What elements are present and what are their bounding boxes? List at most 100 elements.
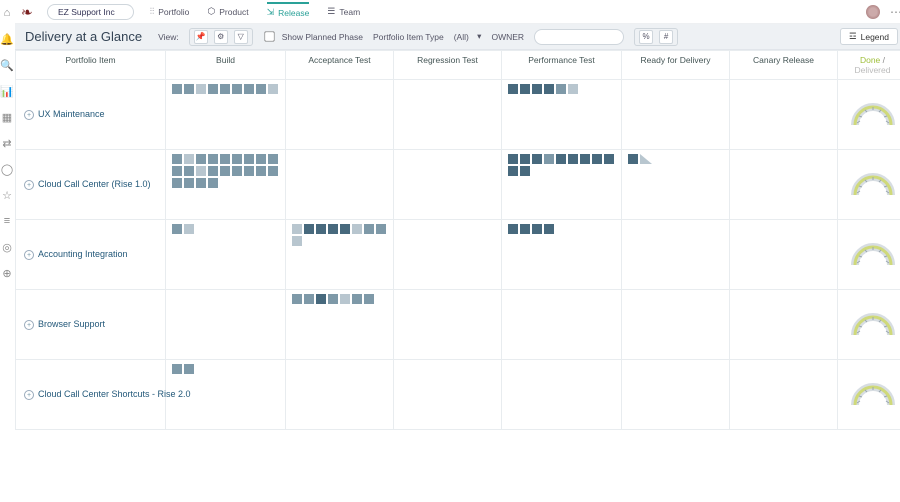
work-item-square[interactable] — [244, 84, 254, 94]
work-item-square[interactable] — [532, 84, 542, 94]
target-icon[interactable]: ◎ — [0, 240, 14, 254]
show-phase-checkbox[interactable] — [264, 31, 274, 41]
work-item-square[interactable] — [532, 154, 542, 164]
work-item-square[interactable] — [604, 154, 614, 164]
work-item-square[interactable] — [508, 84, 518, 94]
work-item-square[interactable] — [316, 294, 326, 304]
work-item-square[interactable] — [520, 84, 530, 94]
work-item-square[interactable] — [568, 84, 578, 94]
work-item-square[interactable] — [268, 154, 278, 164]
work-item-square[interactable] — [232, 166, 242, 176]
portfolio-item-name[interactable]: +UX Maintenance — [16, 80, 166, 150]
work-item-square[interactable] — [556, 84, 566, 94]
swap-icon[interactable]: ⇄ — [0, 136, 14, 150]
work-item-square[interactable] — [256, 166, 266, 176]
view-buttons[interactable]: 📌 ⚙ ▽ — [189, 28, 253, 46]
work-item-square[interactable] — [352, 294, 362, 304]
expand-icon[interactable]: + — [24, 320, 34, 330]
work-item-square[interactable] — [196, 166, 206, 176]
tab-product[interactable]: ⬡Product — [207, 3, 248, 20]
avatar[interactable] — [866, 5, 880, 19]
work-item-square[interactable] — [184, 154, 194, 164]
work-item-square[interactable] — [304, 224, 314, 234]
legend-button[interactable]: ☲ Legend — [840, 28, 898, 45]
work-item-square[interactable] — [208, 178, 218, 188]
owner-percent-icon[interactable]: % — [639, 30, 653, 44]
work-item-square[interactable] — [292, 224, 302, 234]
work-item-square[interactable] — [328, 294, 338, 304]
work-item-square[interactable] — [256, 84, 266, 94]
owner-hash-icon[interactable]: # — [659, 30, 673, 44]
work-item-square[interactable] — [592, 154, 602, 164]
work-item-square[interactable] — [196, 84, 206, 94]
tab-release[interactable]: ⇲Release — [267, 2, 310, 21]
work-item-square[interactable] — [220, 154, 230, 164]
work-item-square[interactable] — [304, 294, 314, 304]
work-item-square[interactable] — [508, 224, 518, 234]
work-item-square[interactable] — [316, 224, 326, 234]
owner-tools[interactable]: % # — [634, 28, 678, 46]
work-item-square[interactable] — [196, 178, 206, 188]
view-filter-icon[interactable]: ▽ — [234, 30, 248, 44]
work-item-square[interactable] — [520, 166, 530, 176]
bell-icon[interactable]: 🔔 — [0, 32, 14, 46]
work-item-square[interactable] — [184, 364, 194, 374]
work-item-square[interactable] — [328, 224, 338, 234]
star-icon[interactable]: ☆ — [0, 188, 14, 202]
work-item-square[interactable] — [532, 224, 542, 234]
portfolio-item-name[interactable]: +Cloud Call Center (Rise 1.0) — [16, 150, 166, 220]
work-item-square[interactable] — [184, 224, 194, 234]
work-item-square[interactable] — [268, 84, 278, 94]
work-item-square[interactable] — [232, 154, 242, 164]
work-item-square[interactable] — [184, 84, 194, 94]
work-item-square[interactable] — [184, 166, 194, 176]
work-item-square[interactable] — [640, 154, 652, 164]
work-item-square[interactable] — [220, 166, 230, 176]
work-item-square[interactable] — [244, 154, 254, 164]
work-item-square[interactable] — [172, 154, 182, 164]
work-item-square[interactable] — [256, 154, 266, 164]
work-item-square[interactable] — [544, 84, 554, 94]
portfolio-item-name[interactable]: +Cloud Call Center Shortcuts - Rise 2.0 — [16, 360, 166, 430]
view-pin-icon[interactable]: 📌 — [194, 30, 208, 44]
work-item-square[interactable] — [292, 294, 302, 304]
work-item-square[interactable] — [208, 84, 218, 94]
work-item-square[interactable] — [232, 84, 242, 94]
view-gear-icon[interactable]: ⚙ — [214, 30, 228, 44]
tab-team[interactable]: ☰Team — [327, 3, 360, 20]
tab-portfolio[interactable]: ⫶⫶Portfolio — [150, 3, 190, 20]
work-item-square[interactable] — [340, 224, 350, 234]
work-item-square[interactable] — [220, 84, 230, 94]
work-item-square[interactable] — [172, 84, 182, 94]
work-item-square[interactable] — [196, 154, 206, 164]
work-item-square[interactable] — [544, 154, 554, 164]
work-item-square[interactable] — [544, 224, 554, 234]
work-item-square[interactable] — [184, 178, 194, 188]
portfolio-item-name[interactable]: +Accounting Integration — [16, 220, 166, 290]
work-item-square[interactable] — [376, 224, 386, 234]
org-selector[interactable]: EZ Support Inc — [47, 4, 134, 20]
work-item-square[interactable] — [508, 166, 518, 176]
work-item-square[interactable] — [244, 166, 254, 176]
work-item-square[interactable] — [556, 154, 566, 164]
expand-icon[interactable]: + — [24, 110, 34, 120]
show-phase-toggle[interactable]: Show Planned Phase — [263, 30, 363, 43]
work-item-square[interactable] — [568, 154, 578, 164]
chart-icon[interactable]: 📊 — [0, 84, 14, 98]
home-icon[interactable]: ⌂ — [0, 6, 14, 20]
globe2-icon[interactable]: ⊕ — [0, 266, 14, 280]
globe-icon[interactable]: ◯ — [0, 162, 14, 176]
grid-icon[interactable]: ▦ — [0, 110, 14, 124]
work-item-square[interactable] — [364, 224, 374, 234]
work-item-square[interactable] — [520, 154, 530, 164]
work-item-square[interactable] — [340, 294, 350, 304]
bars-icon[interactable]: ≡ — [0, 214, 14, 228]
owner-input[interactable] — [534, 29, 624, 45]
work-item-square[interactable] — [208, 166, 218, 176]
work-item-square[interactable] — [172, 166, 182, 176]
work-item-square[interactable] — [172, 178, 182, 188]
work-item-square[interactable] — [508, 154, 518, 164]
work-item-square[interactable] — [208, 154, 218, 164]
work-item-square[interactable] — [172, 364, 182, 374]
expand-icon[interactable]: + — [24, 250, 34, 260]
